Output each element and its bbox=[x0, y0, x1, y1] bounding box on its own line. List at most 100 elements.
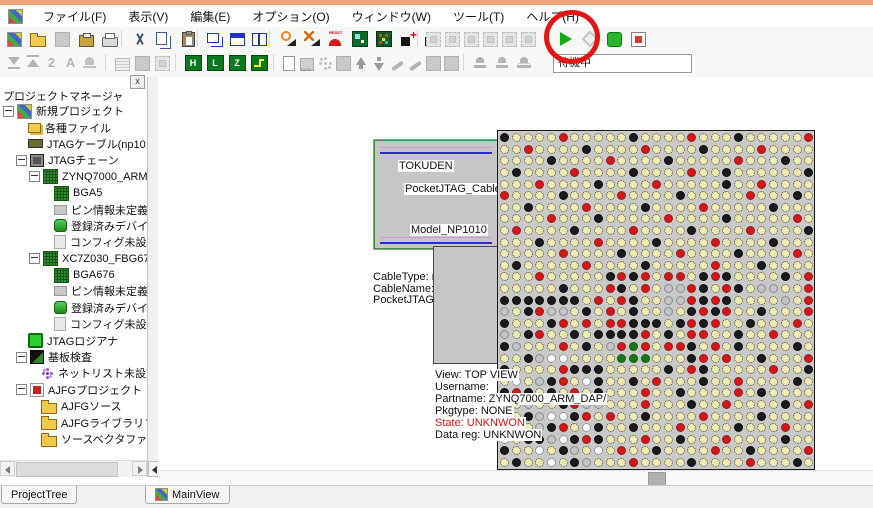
bga-pin[interactable] bbox=[781, 412, 790, 421]
disconnect-cable-button[interactable] bbox=[300, 28, 324, 50]
bga-pin[interactable] bbox=[547, 156, 556, 165]
bga-pin[interactable] bbox=[664, 412, 673, 421]
bga-pin[interactable] bbox=[769, 214, 778, 223]
bga-pin[interactable] bbox=[570, 296, 579, 305]
stamp3-button[interactable] bbox=[514, 52, 536, 74]
bga-pin[interactable] bbox=[769, 354, 778, 363]
bga-pin[interactable] bbox=[629, 238, 638, 247]
bga-pin[interactable] bbox=[757, 400, 766, 409]
bga-pin[interactable] bbox=[676, 412, 685, 421]
bga-pin[interactable] bbox=[664, 284, 673, 293]
bga-pin[interactable] bbox=[547, 180, 556, 189]
bga-pin[interactable] bbox=[524, 342, 533, 351]
bga-pin[interactable] bbox=[570, 354, 579, 363]
bga-pin[interactable] bbox=[594, 342, 603, 351]
bga-pin[interactable] bbox=[606, 284, 615, 293]
bga-pin[interactable] bbox=[793, 458, 802, 467]
bga-pin[interactable] bbox=[582, 238, 591, 247]
bga-pin[interactable] bbox=[547, 354, 556, 363]
bga-pin[interactable] bbox=[676, 458, 685, 467]
bga-pin[interactable] bbox=[769, 307, 778, 316]
block-button[interactable] bbox=[132, 52, 152, 74]
bga-pin[interactable] bbox=[769, 238, 778, 247]
bga-pin[interactable] bbox=[757, 156, 766, 165]
bga-pin[interactable] bbox=[606, 446, 615, 455]
bga-pin[interactable] bbox=[594, 261, 603, 270]
bga-pin[interactable] bbox=[757, 354, 766, 363]
device-slot-button-1[interactable] bbox=[424, 28, 443, 50]
bga-pin[interactable] bbox=[676, 180, 685, 189]
bga-pin[interactable] bbox=[547, 145, 556, 154]
bga-pin[interactable] bbox=[629, 400, 638, 409]
bga-pin[interactable] bbox=[746, 214, 755, 223]
move-up-button[interactable] bbox=[352, 52, 370, 74]
tree-item[interactable]: コンフィグ未設定 bbox=[0, 234, 147, 250]
bga-pin[interactable] bbox=[652, 226, 661, 235]
bga-pin[interactable] bbox=[582, 180, 591, 189]
bga-pin[interactable] bbox=[664, 156, 673, 165]
bga-pin[interactable] bbox=[746, 400, 755, 409]
bga-pin[interactable] bbox=[664, 458, 673, 467]
tree-item[interactable]: AJFGライブラリファイ bbox=[0, 414, 147, 430]
bga-pin[interactable] bbox=[512, 226, 521, 235]
bga-pin[interactable] bbox=[547, 319, 556, 328]
bga-pin[interactable] bbox=[699, 319, 708, 328]
bga-pin[interactable] bbox=[804, 214, 813, 223]
bga-pin[interactable] bbox=[664, 238, 673, 247]
bga-pin[interactable] bbox=[804, 412, 813, 421]
bga-pin[interactable] bbox=[722, 458, 731, 467]
bga-pin[interactable] bbox=[757, 168, 766, 177]
bga-pin[interactable] bbox=[594, 214, 603, 223]
tree-item[interactable]: AJFGプロジェクト bbox=[0, 382, 147, 398]
bga-pin[interactable] bbox=[722, 145, 731, 154]
bga-pin[interactable] bbox=[641, 156, 650, 165]
bga-pin[interactable] bbox=[676, 342, 685, 351]
bga-pin[interactable] bbox=[512, 319, 521, 328]
bga-pin[interactable] bbox=[652, 203, 661, 212]
bga-pin[interactable] bbox=[594, 284, 603, 293]
bga-pin[interactable] bbox=[500, 342, 509, 351]
bga-pin[interactable] bbox=[582, 458, 591, 467]
bga-pin[interactable] bbox=[512, 272, 521, 281]
bga-pin[interactable] bbox=[676, 330, 685, 339]
bga-pin[interactable] bbox=[641, 203, 650, 212]
bga-pin[interactable] bbox=[722, 191, 731, 200]
bga-pin[interactable] bbox=[757, 261, 766, 270]
sidebar-hscrollbar[interactable] bbox=[0, 460, 147, 477]
bga-pin[interactable] bbox=[793, 238, 802, 247]
bga-pin[interactable] bbox=[652, 296, 661, 305]
tree-item[interactable]: 登録済みデバイ bbox=[0, 218, 147, 234]
block4-button[interactable] bbox=[442, 52, 460, 74]
bga-pin[interactable] bbox=[617, 296, 626, 305]
bga-pin[interactable] bbox=[769, 446, 778, 455]
bga-pin[interactable] bbox=[559, 261, 568, 270]
bga-pin[interactable] bbox=[629, 435, 638, 444]
bga-pin[interactable] bbox=[559, 446, 568, 455]
bga-pin[interactable] bbox=[734, 249, 743, 258]
bga-pin[interactable] bbox=[734, 272, 743, 281]
bga-pin[interactable] bbox=[594, 249, 603, 258]
menu-item-2[interactable]: 表示(V) bbox=[128, 8, 168, 25]
bga-pin[interactable] bbox=[699, 168, 708, 177]
bga-pin[interactable] bbox=[547, 168, 556, 177]
bga-pin[interactable] bbox=[722, 388, 731, 397]
bga-pin[interactable] bbox=[652, 330, 661, 339]
bga-pin[interactable] bbox=[804, 133, 813, 142]
bga-pin[interactable] bbox=[582, 319, 591, 328]
bga-pin[interactable] bbox=[804, 284, 813, 293]
bga-pin[interactable] bbox=[757, 458, 766, 467]
bga-pin[interactable] bbox=[781, 145, 790, 154]
bga-pin[interactable] bbox=[500, 261, 509, 270]
bga-pin[interactable] bbox=[500, 145, 509, 154]
bga-pin[interactable] bbox=[559, 458, 568, 467]
bga-pin[interactable] bbox=[676, 214, 685, 223]
bga-pin[interactable] bbox=[617, 377, 626, 386]
bga-pin[interactable] bbox=[804, 203, 813, 212]
bga-pin[interactable] bbox=[582, 226, 591, 235]
bga-pin[interactable] bbox=[757, 319, 766, 328]
bga-pin[interactable] bbox=[722, 261, 731, 270]
bga-pin[interactable] bbox=[512, 203, 521, 212]
bga-pin[interactable] bbox=[711, 423, 720, 432]
bga-pin[interactable] bbox=[711, 412, 720, 421]
bga-pin[interactable] bbox=[594, 272, 603, 281]
